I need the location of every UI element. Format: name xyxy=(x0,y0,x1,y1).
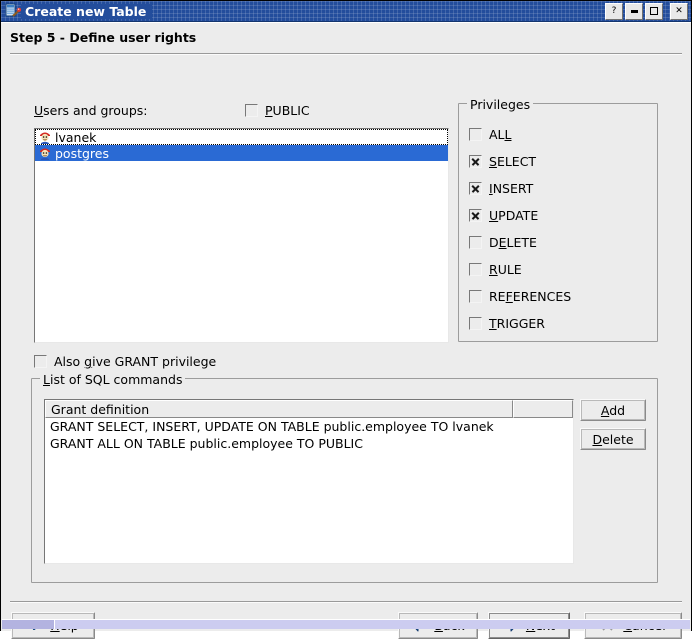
users-and-groups-listbox[interactable]: lvanek postgres xyxy=(34,128,449,343)
footer-divider xyxy=(10,601,682,603)
sql-commands-groupbox: List of SQL commands Grant definition GR… xyxy=(31,372,658,583)
privilege-trigger-box[interactable] xyxy=(469,317,482,330)
privilege-insert-checkbox[interactable]: INSERT xyxy=(469,181,533,196)
privilege-all-box[interactable] xyxy=(469,128,482,141)
privilege-select-box[interactable] xyxy=(469,155,482,168)
grant-definitions-grid[interactable]: Grant definition GRANT SELECT, INSERT, U… xyxy=(44,399,574,564)
privilege-delete-checkbox[interactable]: DELETE xyxy=(469,235,537,250)
minimize-icon[interactable] xyxy=(625,2,643,20)
dialog-client-area: Step 5 - Define user rights Users and gr… xyxy=(1,22,691,639)
privilege-references-box[interactable] xyxy=(469,290,482,303)
privilege-select-checkbox[interactable]: SELECT xyxy=(469,154,536,169)
sql-commands-legend: List of SQL commands xyxy=(40,372,186,387)
privilege-select-label: SELECT xyxy=(489,154,537,169)
add-button[interactable]: Add xyxy=(580,399,646,421)
window-resize-grip-bar[interactable] xyxy=(2,619,690,629)
user-icon xyxy=(38,130,52,144)
list-item[interactable]: lvanek xyxy=(35,129,448,145)
table-wizard-icon xyxy=(5,3,22,19)
list-item-label: lvanek xyxy=(55,129,97,145)
public-checkbox-box[interactable] xyxy=(245,104,258,117)
close-icon[interactable]: ✕ xyxy=(670,2,688,20)
delete-button[interactable]: Delete xyxy=(580,428,646,450)
help-titlebar-button[interactable]: ? xyxy=(605,2,623,20)
table-row[interactable]: GRANT SELECT, INSERT, UPDATE ON TABLE pu… xyxy=(45,418,573,435)
privilege-trigger-label: TRIGGER xyxy=(489,316,545,331)
users-label-accel: U xyxy=(34,103,44,118)
list-item[interactable]: postgres xyxy=(35,145,448,161)
privilege-references-checkbox[interactable]: REFERENCES xyxy=(469,289,571,304)
create-new-table-dialog: Create new Table ? ✕ Step 5 - Define use… xyxy=(0,0,692,639)
list-item-label: postgres xyxy=(55,145,109,161)
privilege-references-label: REFERENCES xyxy=(489,289,572,304)
maximize-icon[interactable] xyxy=(645,2,663,20)
grant-privilege-checkbox-box[interactable] xyxy=(34,355,47,368)
privilege-delete-label: DELETE xyxy=(489,235,537,250)
privilege-all-checkbox[interactable]: ALL xyxy=(469,127,511,142)
privilege-update-label: UPDATE xyxy=(489,208,539,223)
grant-privilege-label: Also give GRANT privilege xyxy=(54,354,217,369)
grid-column-header-grant-definition[interactable]: Grant definition xyxy=(45,400,513,418)
page-title: Step 5 - Define user rights xyxy=(10,30,197,45)
privilege-trigger-checkbox[interactable]: TRIGGER xyxy=(469,316,545,331)
header-divider xyxy=(10,53,682,55)
privilege-insert-box[interactable] xyxy=(469,182,482,195)
privileges-groupbox: Privileges ALL SELECT INSERT UPDATE DELE… xyxy=(458,97,658,342)
window-title: Create new Table xyxy=(25,3,153,19)
public-checkbox[interactable]: PUBLIC xyxy=(245,103,310,118)
privilege-all-label: ALL xyxy=(489,127,512,142)
table-row[interactable]: GRANT ALL ON TABLE public.employee TO PU… xyxy=(45,435,573,452)
delete-button-label: Delete xyxy=(592,431,634,447)
add-button-label: Add xyxy=(600,402,626,418)
privilege-rule-box[interactable] xyxy=(469,263,482,276)
grid-header-row: Grant definition xyxy=(45,400,573,418)
user-icon xyxy=(38,146,52,160)
users-label-rest: sers and groups: xyxy=(43,103,148,118)
privilege-rule-label: RULE xyxy=(489,262,522,277)
privilege-update-box[interactable] xyxy=(469,209,482,222)
grip-segment-right xyxy=(55,620,690,629)
privilege-update-checkbox[interactable]: UPDATE xyxy=(469,208,538,223)
title-bar-buttons: ? ✕ xyxy=(605,2,691,20)
public-checkbox-label: PUBLIC xyxy=(265,103,310,118)
users-and-groups-label: Users and groups: xyxy=(34,103,148,118)
grid-column-header-empty[interactable] xyxy=(513,400,573,418)
privilege-delete-box[interactable] xyxy=(469,236,482,249)
grip-segment-left xyxy=(2,620,55,629)
privilege-rule-checkbox[interactable]: RULE xyxy=(469,262,522,277)
title-bar[interactable]: Create new Table ? ✕ xyxy=(1,1,691,22)
privileges-legend: Privileges xyxy=(467,97,534,112)
privilege-insert-label: INSERT xyxy=(489,181,534,196)
also-give-grant-privilege-checkbox[interactable]: Also give GRANT privilege xyxy=(34,354,216,369)
